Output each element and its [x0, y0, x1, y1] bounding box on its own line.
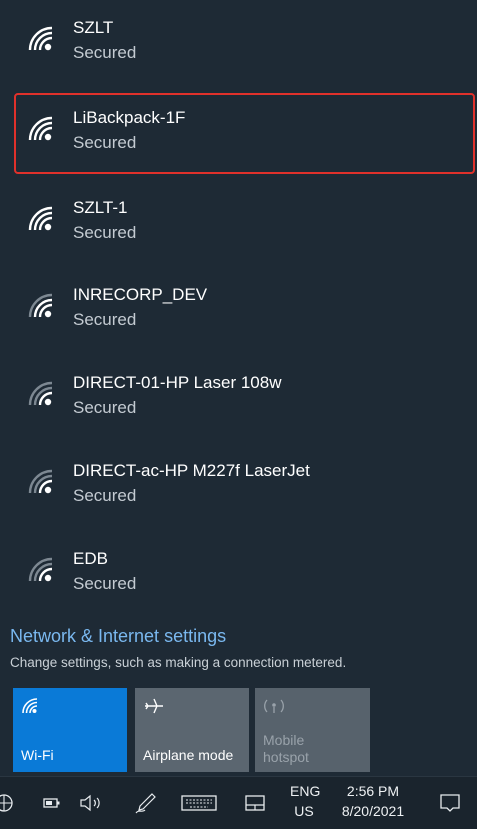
network-item-inrecorp-dev[interactable]: INRECORP_DEV Secured [0, 267, 477, 353]
touchpad-icon[interactable] [243, 791, 267, 815]
airplane-tile-label: Airplane mode [143, 747, 234, 763]
wifi-toggle-tile[interactable]: Wi-Fi [13, 688, 127, 772]
network-name: DIRECT-01-HP Laser 108w [73, 373, 282, 392]
network-status: Secured [73, 133, 137, 152]
language-indicator[interactable]: ENG US [290, 783, 321, 819]
network-item-szlt[interactable]: SZLT Secured [0, 0, 477, 86]
wifi-signal-icon [28, 381, 53, 406]
wifi-tile-label: Wi-Fi [21, 747, 54, 763]
keyboard-layout: US [294, 803, 314, 819]
network-status: Secured [73, 223, 137, 242]
network-name: EDB [73, 549, 108, 568]
wifi-signal-icon [28, 26, 53, 51]
pen-workspace-icon[interactable] [134, 791, 158, 815]
mobile-hotspot-tile[interactable]: Mobile hotspot [255, 688, 370, 772]
network-name: INRECORP_DEV [73, 285, 208, 304]
hotspot-icon [264, 699, 284, 713]
language-code: ENG [290, 783, 321, 799]
network-settings-description: Change settings, such as making a connec… [10, 655, 347, 670]
hotspot-label-line1: Mobile [263, 732, 305, 748]
network-item-direct-01-hp[interactable]: DIRECT-01-HP Laser 108w Secured [0, 355, 477, 441]
network-globe-icon[interactable] [0, 791, 16, 815]
wifi-signal-icon [28, 293, 53, 318]
hotspot-label-line2: hotspot [263, 749, 309, 765]
network-status: Secured [73, 398, 137, 417]
wifi-signal-icon [28, 557, 53, 582]
network-item-szlt-1[interactable]: SZLT-1 Secured [0, 180, 477, 266]
network-item-direct-ac-hp[interactable]: DIRECT-ac-HP M227f LaserJet Secured [0, 443, 477, 529]
network-name: DIRECT-ac-HP M227f LaserJet [73, 461, 310, 480]
wifi-signal-icon [28, 116, 53, 141]
wifi-signal-icon [28, 469, 53, 494]
network-status: Secured [73, 574, 137, 593]
network-name: SZLT-1 [73, 198, 128, 217]
touch-keyboard-icon[interactable] [180, 791, 218, 815]
wifi-signal-icon [28, 206, 53, 231]
clock-date: 8/20/2021 [341, 803, 405, 819]
action-center-icon[interactable] [438, 791, 462, 815]
clock-time: 2:56 PM [346, 783, 400, 799]
taskbar: ENG US 2:56 PM 8/20/2021 [0, 776, 477, 829]
wifi-icon [22, 698, 38, 714]
network-settings-link[interactable]: Network & Internet settings [10, 626, 226, 647]
network-name: LiBackpack-1F [73, 108, 186, 127]
network-status: Secured [73, 43, 137, 62]
battery-icon[interactable] [42, 791, 62, 815]
hotspot-tile-label: Mobile hotspot [263, 732, 309, 766]
network-name: SZLT [73, 18, 114, 37]
network-flyout: SZLT Secured LiBackpack-1F Secured SZLT-… [0, 0, 477, 776]
network-status: Secured [73, 310, 137, 329]
volume-icon[interactable] [78, 791, 106, 815]
network-item-edb[interactable]: EDB Secured [0, 531, 477, 617]
network-status: Secured [73, 486, 137, 505]
airplane-icon [145, 698, 163, 714]
clock[interactable]: 2:56 PM 8/20/2021 [336, 783, 410, 819]
network-item-libackpack-1f[interactable]: LiBackpack-1F Secured [0, 90, 477, 176]
airplane-mode-tile[interactable]: Airplane mode [135, 688, 249, 772]
